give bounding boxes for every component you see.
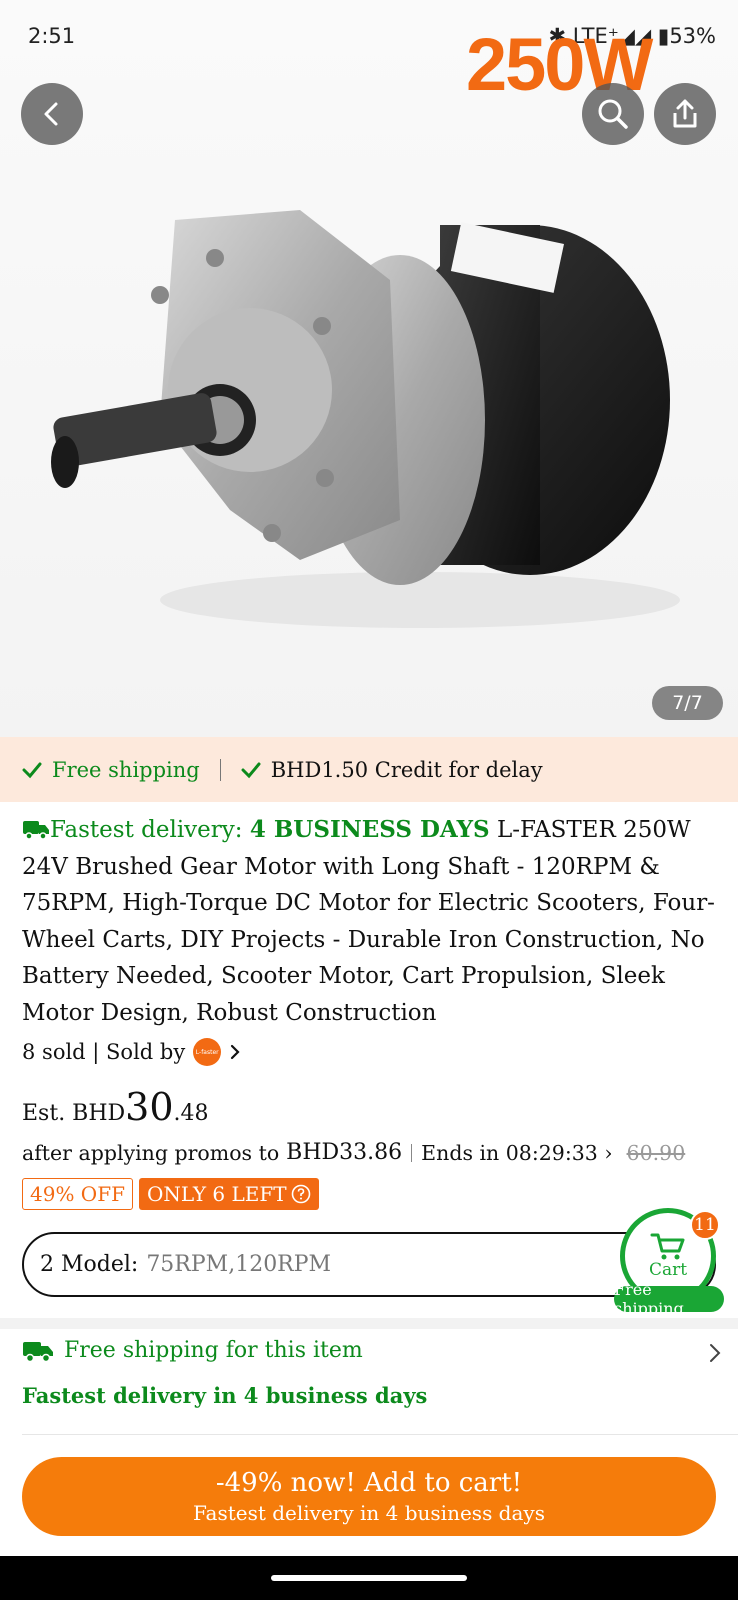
fastest-delivery-tag: Fastest delivery: 4 BUSINESS DAYS: [22, 816, 490, 843]
original-price: 60.90: [626, 1140, 686, 1165]
delivery-truck-icon: [23, 821, 49, 840]
promo-row[interactable]: after applying promos to BHD33.86 Ends i…: [22, 1140, 685, 1165]
product-title-text: L-FASTER 250W 24V Brushed Gear Motor wit…: [22, 817, 715, 1026]
free-shipping-row: Free shipping for this item: [22, 1338, 722, 1363]
cart-free-shipping-tag: Free shipping: [614, 1280, 724, 1318]
status-time: 2:51: [28, 24, 76, 48]
badge-row: 49% OFF ONLY 6 LEFT: [22, 1178, 319, 1210]
countdown-timer[interactable]: Ends in 08:29:33 ›: [421, 1141, 612, 1165]
fastest-delivery-prefix: Fastest delivery:: [50, 817, 250, 843]
home-gesture-handle[interactable]: [271, 1575, 467, 1581]
help-icon: [291, 1184, 310, 1204]
after-promos-label: after applying promos to: [22, 1140, 280, 1165]
product-image-gallery[interactable]: 2:51 ✱ LTE⁺◢◢ ▮53% 250W 7/7: [0, 0, 738, 737]
delivery-truck-icon: [23, 1341, 53, 1362]
price-prefix: Est. BHD: [22, 1101, 126, 1126]
fastest-delivery-days: 4 BUSINESS DAYS: [249, 816, 490, 843]
back-button[interactable]: [21, 83, 83, 145]
search-button[interactable]: [582, 83, 644, 145]
seller-logo[interactable]: L-faster: [193, 1038, 222, 1066]
price-whole: 30: [125, 1085, 174, 1129]
delay-credit-label: BHD1.50 Credit for delay: [270, 757, 543, 782]
promo-amount: BHD33.86: [286, 1140, 403, 1165]
image-page-indicator: 7/7: [652, 686, 723, 720]
model-value: 75RPM,120RPM: [146, 1252, 332, 1277]
add-to-cart-label: -49% now! Add to cart!: [215, 1467, 523, 1498]
stock-badge[interactable]: ONLY 6 LEFT: [138, 1178, 319, 1210]
sold-count: 8 sold | Sold by: [22, 1040, 186, 1064]
system-nav-bar: [0, 1556, 738, 1600]
chevron-right-icon: [231, 1044, 240, 1060]
free-shipping-item-label: Free shipping for this item: [64, 1338, 363, 1363]
back-arrow-icon: [44, 102, 58, 126]
cart-icon: [650, 1233, 685, 1260]
promo-divider: [411, 1143, 413, 1162]
cart-count-badge: 11: [690, 1210, 720, 1240]
shipping-info-section[interactable]: Free shipping for this item Fastest deli…: [22, 1338, 722, 1408]
model-selector[interactable]: 2 Model: 75RPM,120RPM: [22, 1232, 716, 1297]
price-cents: .48: [173, 1101, 209, 1126]
floating-cart-button[interactable]: Cart 11 Free shipping: [614, 1208, 724, 1318]
check-icon: [22, 762, 42, 778]
free-shipping-tag: Free shipping: [22, 758, 200, 782]
delay-credit-tag: BHD1.50 Credit for delay: [241, 758, 543, 782]
stock-badge-label: ONLY 6 LEFT: [146, 1182, 287, 1206]
free-shipping-label: Free shipping: [52, 757, 200, 782]
add-to-cart-sublabel: Fastest delivery in 4 business days: [193, 1500, 545, 1525]
product-title: Fastest delivery: 4 BUSINESS DAYS L-FAST…: [22, 812, 722, 1031]
chevron-right-icon: [710, 1344, 721, 1362]
search-icon: [598, 99, 628, 129]
section-divider: [0, 1318, 738, 1329]
cart-label: Cart: [648, 1260, 688, 1280]
share-icon: [673, 99, 697, 128]
add-to-cart-button[interactable]: -49% now! Add to cart! Fastest delivery …: [22, 1457, 716, 1536]
estimated-price: Est. BHD 30.48: [22, 1085, 209, 1129]
thin-divider: [22, 1434, 738, 1435]
check-icon: [241, 762, 261, 778]
shipping-banner[interactable]: Free shipping BHD1.50 Credit for delay: [0, 737, 738, 802]
sold-by-row[interactable]: 8 sold | Sold by L-faster: [22, 1038, 241, 1066]
model-label: 2 Model:: [40, 1252, 139, 1277]
discount-badge: 49% OFF: [22, 1178, 133, 1210]
share-button[interactable]: [654, 83, 716, 145]
banner-divider: [219, 758, 221, 781]
fastest-delivery-note: Fastest delivery in 4 business days: [22, 1383, 428, 1408]
